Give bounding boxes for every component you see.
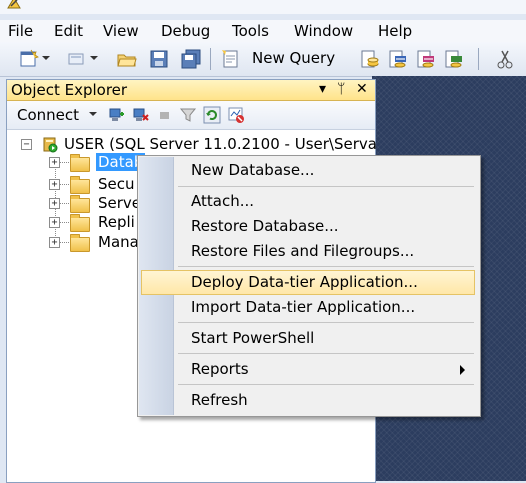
menu-debug[interactable]: Debug: [161, 22, 210, 40]
title-bar: [0, 0, 526, 14]
tree-node-security[interactable]: Secu: [98, 175, 135, 193]
menu-edit[interactable]: Edit: [54, 22, 83, 40]
tree-node-management[interactable]: Mana: [98, 233, 139, 251]
menu-item-restore-files-filegroups[interactable]: Restore Files and Filegroups...: [141, 239, 475, 264]
app-icon: [7, 0, 21, 9]
menu-item-label: Restore Files and Filegroups...: [191, 242, 415, 260]
folder-icon: [70, 214, 90, 232]
add-item-icon[interactable]: [66, 48, 88, 70]
menu-item-reports[interactable]: Reports: [141, 357, 475, 382]
connect-button[interactable]: Connect: [17, 106, 79, 124]
toolbar-separator: [478, 48, 479, 70]
standard-toolbar: New Query: [0, 42, 526, 77]
new-project-dropdown-icon[interactable]: [42, 56, 50, 60]
open-file-icon[interactable]: [116, 48, 138, 70]
object-explorer-toolbar: Connect: [7, 101, 375, 130]
tree-node-server-objects[interactable]: Serve: [98, 194, 141, 212]
folder-icon: [70, 154, 90, 172]
folder-icon: [70, 176, 90, 194]
menu-bar: File Edit View Debug Tools Window Help: [0, 20, 526, 42]
toolbar-separator: [210, 48, 211, 70]
menu-help[interactable]: Help: [378, 22, 412, 40]
menu-item-label: Start PowerShell: [191, 329, 315, 347]
pin-icon[interactable]: ᛘ: [337, 81, 345, 97]
save-all-icon[interactable]: [180, 48, 202, 70]
database-engine-query-icon[interactable]: [358, 48, 380, 70]
object-explorer-title: Object Explorer: [11, 81, 128, 99]
analysis-xmla-query-icon[interactable]: [442, 48, 464, 70]
new-project-icon[interactable]: [18, 48, 40, 70]
management-expand-toggle[interactable]: +: [49, 237, 60, 248]
analysis-mdx-query-icon[interactable]: [386, 48, 408, 70]
menu-separator: [178, 353, 474, 354]
folder-icon: [70, 195, 90, 213]
menu-item-start-powershell[interactable]: Start PowerShell: [141, 326, 475, 351]
close-icon[interactable]: ✕: [356, 81, 368, 97]
replication-expand-toggle[interactable]: +: [49, 217, 60, 228]
refresh-icon[interactable]: [203, 106, 221, 124]
cut-icon[interactable]: [494, 48, 516, 70]
menu-item-label: Reports: [191, 360, 249, 378]
activity-monitor-icon[interactable]: [227, 106, 245, 124]
new-query-icon[interactable]: [220, 48, 242, 70]
menu-separator: [178, 384, 474, 385]
menu-item-label: Deploy Data-tier Application...: [191, 273, 418, 291]
menu-view[interactable]: View: [103, 22, 139, 40]
filter-icon[interactable]: [179, 106, 197, 124]
menu-item-label: Attach...: [191, 192, 255, 210]
menu-item-label: Import Data-tier Application...: [191, 298, 416, 316]
submenu-arrow-icon: [460, 365, 465, 375]
menu-item-import-data-tier[interactable]: Import Data-tier Application...: [141, 295, 475, 320]
menu-item-deploy-data-tier[interactable]: Deploy Data-tier Application...: [141, 270, 475, 295]
menu-item-label: Restore Database...: [191, 217, 339, 235]
window-position-dropdown-icon[interactable]: ▾: [319, 81, 326, 97]
connect-object-explorer-icon[interactable]: [108, 106, 126, 124]
menu-tools[interactable]: Tools: [232, 22, 269, 40]
menu-item-attach[interactable]: Attach...: [141, 189, 475, 214]
security-expand-toggle[interactable]: +: [49, 179, 60, 190]
disconnect-icon[interactable]: [132, 106, 150, 124]
menu-window[interactable]: Window: [294, 22, 353, 40]
folder-icon: [70, 234, 90, 252]
server-node-label[interactable]: USER (SQL Server 11.0.2100 - User\Serva: [64, 135, 377, 153]
menu-item-refresh[interactable]: Refresh: [141, 388, 475, 413]
tree-node-replication[interactable]: Repli: [98, 213, 135, 231]
menu-item-restore-database[interactable]: Restore Database...: [141, 214, 475, 239]
menu-item-new-database[interactable]: New Database...: [141, 158, 475, 183]
menu-item-label: New Database...: [191, 161, 315, 179]
menu-separator: [178, 322, 474, 323]
databases-expand-toggle[interactable]: +: [49, 157, 60, 168]
server-objects-expand-toggle[interactable]: +: [49, 198, 60, 209]
menu-separator: [178, 266, 474, 267]
object-explorer-header: Object Explorer ▾ ᛘ ✕: [7, 80, 375, 101]
save-icon[interactable]: [148, 48, 170, 70]
connect-dropdown-icon[interactable]: [89, 112, 97, 116]
new-query-button[interactable]: New Query: [252, 49, 335, 67]
menu-item-label: Refresh: [191, 391, 248, 409]
server-collapse-toggle[interactable]: −: [21, 139, 32, 150]
stop-icon[interactable]: [156, 106, 174, 124]
add-item-dropdown-icon[interactable]: [90, 56, 98, 60]
analysis-dmx-query-icon[interactable]: [414, 48, 436, 70]
server-icon: [43, 137, 58, 153]
databases-context-menu: New Database... Attach... Restore Databa…: [137, 155, 481, 417]
menu-file[interactable]: File: [8, 22, 33, 40]
menu-separator: [178, 186, 474, 187]
